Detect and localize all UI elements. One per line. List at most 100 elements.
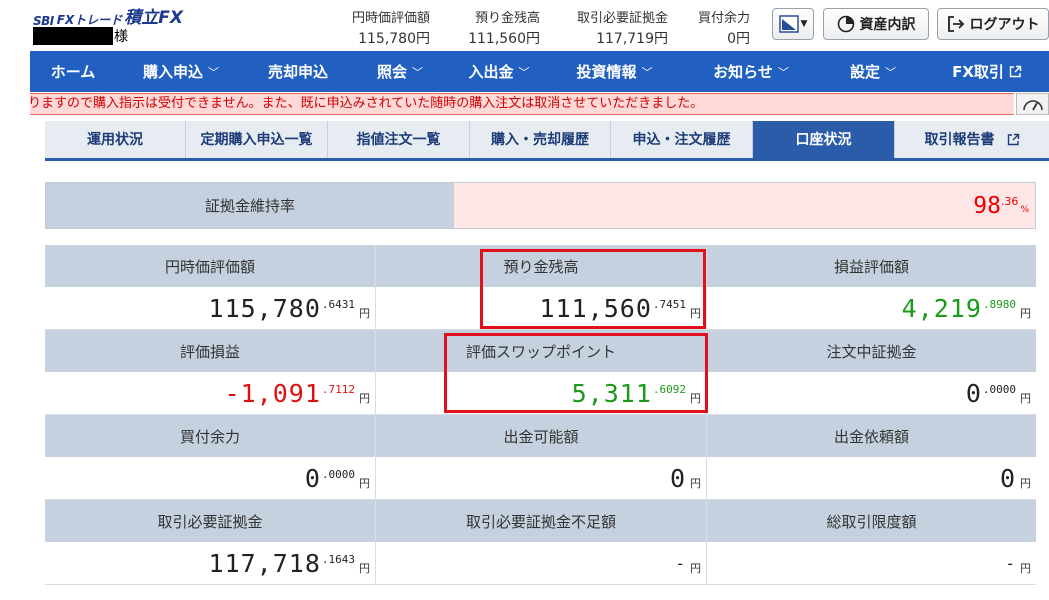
highlight-box-swap	[444, 333, 708, 413]
summary-label: 買付余力	[697, 11, 750, 26]
nav-purchase[interactable]: 購入申込 ﹀	[116, 51, 246, 92]
margin-ratio-label: 証拠金維持率	[46, 183, 454, 228]
tab-order-history[interactable]: 申込・注文履歴	[611, 121, 753, 158]
value-int: 0	[304, 463, 321, 493]
cell-margin-shortfall: 取引必要証拠金不足額 -円	[376, 500, 707, 585]
summary-yen-value: 円時価評価額 115,780円	[335, 7, 430, 47]
nav-label: お知らせ	[713, 63, 773, 81]
external-link-icon	[1007, 133, 1019, 146]
nav-home[interactable]: ホーム	[30, 51, 116, 92]
summary-required-margin: 取引必要証拠金 117,719円	[555, 7, 668, 47]
nav-inquiry[interactable]: 照会 ﹀	[350, 51, 450, 92]
nav-label: 照会	[376, 63, 407, 81]
cell-label: 取引必要証拠金不足額	[376, 500, 706, 542]
nav-label: 投資情報	[576, 63, 637, 81]
margin-ratio-dec: .36	[1000, 195, 1019, 208]
summary-deposit: 預り金残高 111,560円	[440, 7, 540, 47]
nav-label: 入出金	[468, 63, 514, 81]
logout-label: ログアウト	[969, 17, 1040, 33]
value-int: -	[675, 553, 686, 573]
value-unit: 円	[1020, 392, 1031, 405]
cell-pl-valuation: 損益評価額 4,219.8980 円	[707, 245, 1036, 330]
nav-settings[interactable]: 設定 ﹀	[821, 51, 925, 92]
chart-icon	[778, 15, 799, 33]
chevron-down-icon: ﹀	[208, 65, 219, 79]
highlight-box-deposit	[480, 249, 706, 329]
value-unit: 円	[690, 562, 701, 575]
header: SBI FXトレード 積立FX 様 円時価評価額 115,780円 預り金残高 …	[0, 0, 1049, 48]
value-unit: 円	[1020, 477, 1031, 490]
alert-banner: りますので購入指示は受付できません。また、既に申込みされていた随時の購入注文は取…	[30, 93, 1014, 115]
user-suffix: 様	[114, 29, 128, 45]
value-unit: 円	[359, 477, 370, 490]
cell-value: 0.0000 円	[707, 372, 1036, 415]
summary-buying-power: 買付余力 0円	[680, 7, 750, 47]
summary-label: 円時価評価額	[351, 11, 430, 26]
summary-value: 0円	[727, 31, 750, 47]
cell-value: 117,718.1643 円	[45, 542, 375, 585]
tab-label: 口座状況	[795, 131, 852, 148]
logo[interactable]: SBI FXトレード 積立FX	[33, 4, 183, 28]
assets-breakdown-button[interactable]: 資産内訳	[823, 8, 929, 40]
pie-chart-icon	[837, 15, 854, 33]
cell-label: 出金依頼額	[707, 415, 1036, 457]
nav-sell[interactable]: 売却申込	[246, 51, 350, 92]
value-int: 115,780	[208, 293, 321, 323]
cell-required-margin: 取引必要証拠金 117,718.1643 円	[45, 500, 376, 585]
value-dec: .1643	[321, 553, 355, 566]
chevron-down-icon: ﹀	[412, 65, 423, 79]
cell-label: 注文中証拠金	[707, 330, 1036, 372]
cell-value: -円	[376, 542, 706, 585]
tab-label: 定期購入申込一覧	[200, 131, 313, 148]
tab-label: 購入・売却履歴	[491, 131, 589, 148]
summary-value: 117,719円	[596, 31, 668, 47]
chart-menu-button[interactable]: ▼	[772, 8, 814, 40]
tab-regular-purchase[interactable]: 定期購入申込一覧	[186, 121, 328, 158]
grid-row: 買付余力 0.0000 円 出金可能額 0円 出金依頼額 0円	[45, 415, 1036, 500]
value-int: 0	[669, 463, 686, 493]
main-nav: ホーム 購入申込 ﹀ 売却申込 照会 ﹀ 入出金 ﹀ 投資情報 ﹀ お知らせ ﹀ 設定 ﹀ …	[30, 51, 1049, 92]
nav-label: FX取引	[952, 63, 1004, 81]
external-link-icon	[1009, 65, 1022, 78]
nav-fx-trading[interactable]: FX取引	[925, 51, 1049, 92]
cell-value: -円	[707, 542, 1036, 585]
nav-label: 売却申込	[267, 63, 328, 81]
tab-trade-history[interactable]: 購入・売却履歴	[470, 121, 611, 158]
gauge-icon	[1022, 100, 1043, 111]
value-dec: .0000	[982, 383, 1016, 396]
tab-limit-orders[interactable]: 指値注文一覧	[328, 121, 470, 158]
speed-gauge-icon[interactable]	[1016, 93, 1049, 115]
account-subtabs: 運用状況 定期購入申込一覧 指値注文一覧 購入・売却履歴 申込・注文履歴 口座状…	[45, 121, 1049, 161]
value-unit: 円	[690, 477, 701, 490]
tab-trade-reports[interactable]: 取引報告書	[895, 121, 1049, 158]
value-unit: 円	[359, 307, 370, 320]
summary-label: 取引必要証拠金	[576, 11, 668, 26]
logout-button[interactable]: ログアウト	[937, 8, 1049, 40]
nav-investment-info[interactable]: 投資情報 ﹀	[548, 51, 681, 92]
chevron-down-icon: ﹀	[518, 65, 530, 79]
nav-deposit-withdraw[interactable]: 入出金 ﹀	[450, 51, 548, 92]
value-int: 117,718	[208, 548, 321, 578]
chevron-down-icon: ﹀	[777, 65, 789, 79]
nav-notices[interactable]: お知らせ ﹀	[681, 51, 821, 92]
cell-label: 円時価評価額	[45, 245, 375, 287]
margin-ratio-unit: %	[1020, 205, 1029, 215]
cell-value: 0.0000 円	[45, 457, 375, 500]
alert-text: りますので購入指示は受付できません。また、既に申込みされていた随時の購入注文は取…	[30, 96, 704, 111]
tab-operation-status[interactable]: 運用状況	[45, 121, 186, 158]
value-int: -	[1005, 553, 1016, 573]
cell-yen-value: 円時価評価額 115,780.6431 円	[45, 245, 376, 330]
summary-value: 115,780円	[358, 31, 430, 47]
chevron-down-icon: ▼	[800, 19, 808, 29]
tab-label: 申込・注文履歴	[632, 131, 731, 148]
value-int: 0	[965, 378, 982, 408]
value-int: 4,219	[901, 293, 982, 323]
cell-order-margin: 注文中証拠金 0.0000 円	[707, 330, 1036, 415]
user-name: 様	[33, 26, 128, 46]
tab-account-status[interactable]: 口座状況	[753, 121, 895, 158]
tab-label: 取引報告書	[924, 131, 995, 148]
cell-total-trade-limit: 総取引限度額 -円	[707, 500, 1036, 585]
chevron-down-icon: ﹀	[641, 65, 653, 79]
cell-label: 出金可能額	[376, 415, 706, 457]
value-dec: .7112	[321, 383, 355, 396]
